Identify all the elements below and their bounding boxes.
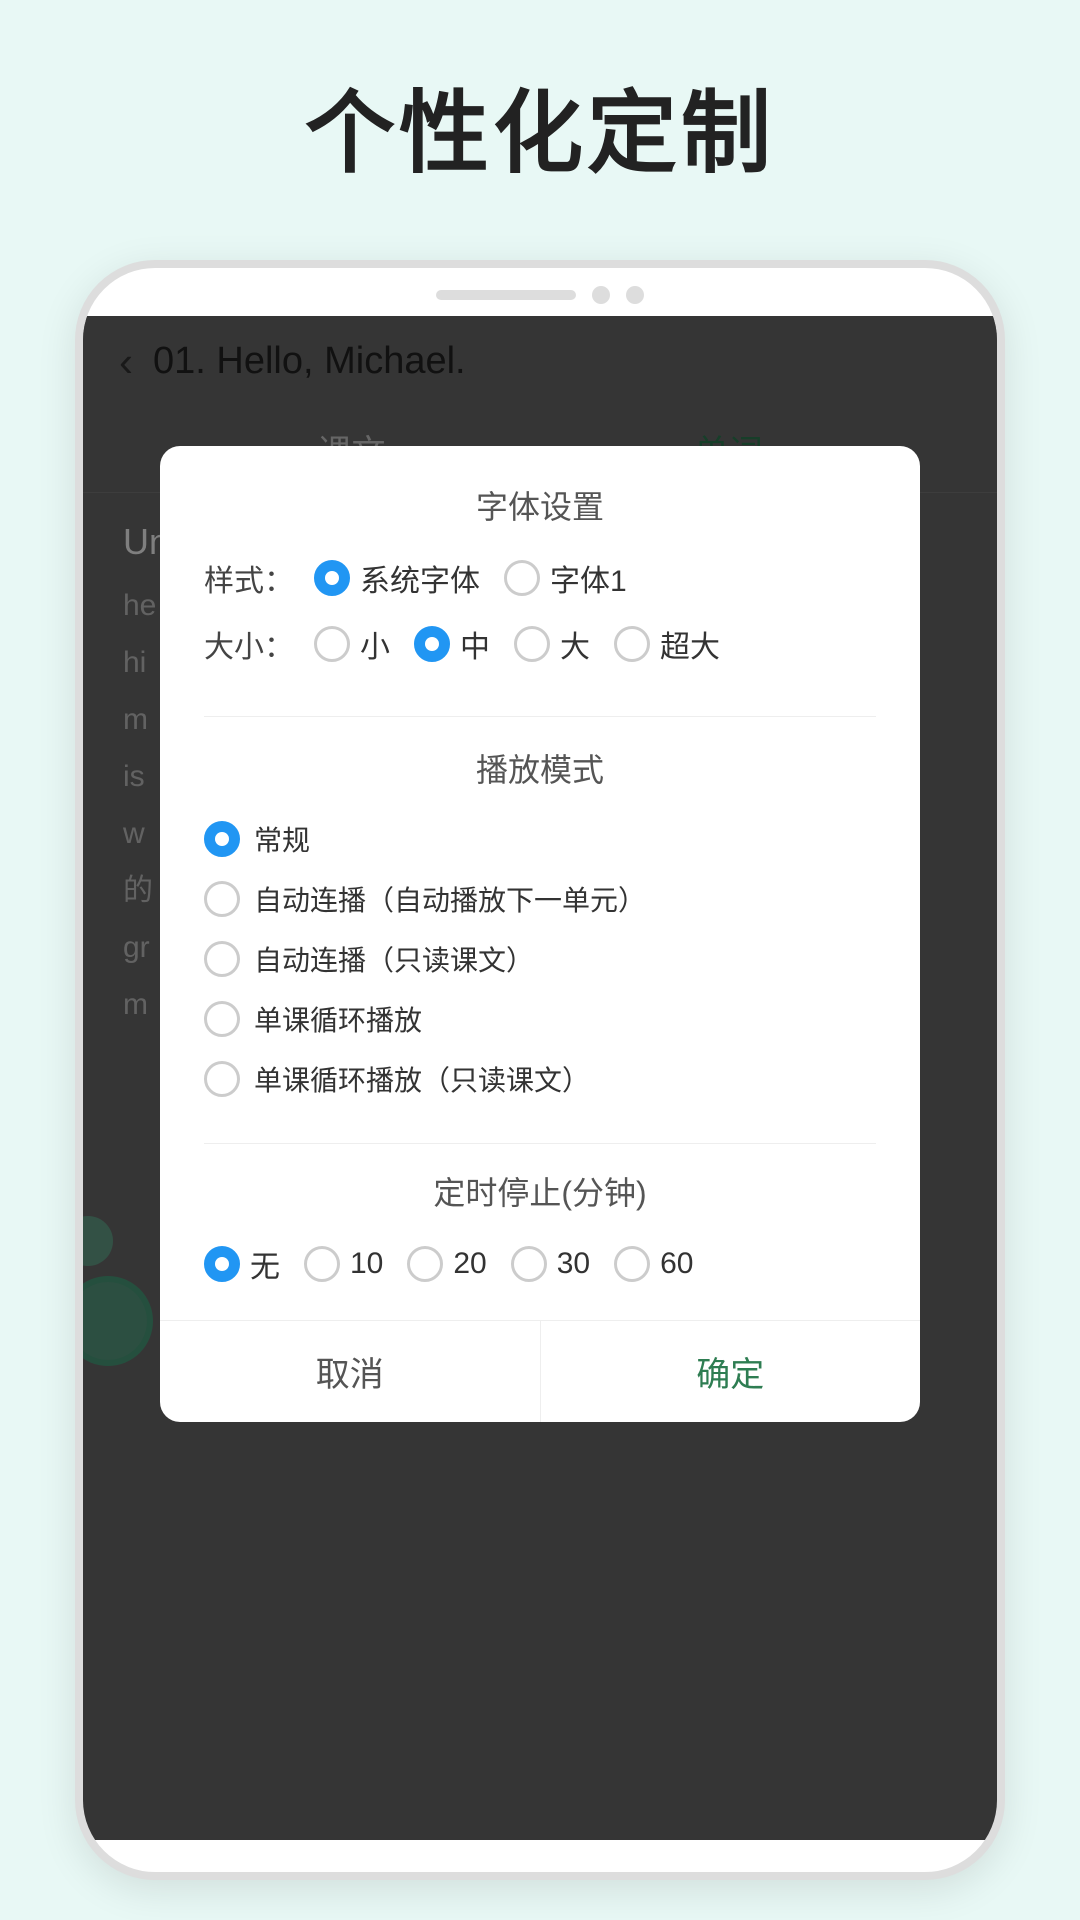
timer-60-option[interactable]: 60 (614, 1246, 693, 1282)
timer-10-option[interactable]: 10 (304, 1246, 383, 1282)
app-screen: ‹ 01. Hello, Michael. 课文 单词 Unit 1 he hi… (83, 316, 997, 1840)
timer-10-label: 10 (350, 1247, 383, 1281)
style-row: 样式： 系统字体 字体1 (204, 556, 876, 600)
size-xlarge-option[interactable]: 超大 (614, 622, 720, 666)
size-row: 大小： 小 中 大 (204, 622, 876, 666)
font-size-group: 小 中 大 超大 (314, 622, 720, 666)
size-medium-label: 中 (460, 622, 490, 666)
playback-auto-next-label: 自动连播（自动播放下一单元） (254, 879, 646, 919)
timer-60-label: 60 (660, 1247, 693, 1281)
playback-section-title: 播放模式 (204, 745, 876, 791)
phone-notch (83, 268, 997, 316)
timer-60-radio[interactable] (614, 1246, 650, 1282)
timer-20-option[interactable]: 20 (407, 1246, 486, 1282)
font1-option[interactable]: 字体1 (504, 556, 627, 600)
size-large-option[interactable]: 大 (514, 622, 590, 666)
phone-frame: ‹ 01. Hello, Michael. 课文 单词 Unit 1 he hi… (75, 260, 1005, 1880)
playback-loop-single-label: 单课循环播放 (254, 999, 422, 1039)
playback-auto-text-radio[interactable] (204, 941, 240, 977)
playback-normal-label: 常规 (254, 819, 310, 859)
playback-loop-text-label: 单课循环播放（只读课文） (254, 1059, 590, 1099)
timer-10-radio[interactable] (304, 1246, 340, 1282)
timer-section-title: 定时停止(分钟) (204, 1168, 876, 1214)
playback-loop-text-radio[interactable] (204, 1061, 240, 1097)
timer-30-radio[interactable] (511, 1246, 547, 1282)
font-system-option[interactable]: 系统字体 (314, 556, 480, 600)
playback-auto-next-radio[interactable] (204, 881, 240, 917)
size-medium-option[interactable]: 中 (414, 622, 490, 666)
modal-overlay: 字体设置 样式： 系统字体 字体1 (83, 316, 997, 1840)
page-title: 个性化定制 (0, 0, 1080, 190)
playback-loop-single-radio[interactable] (204, 1001, 240, 1037)
size-label: 大小： (204, 622, 294, 666)
playback-loop-single-option[interactable]: 单课循环播放 (204, 999, 876, 1039)
timer-none-label: 无 (250, 1242, 280, 1286)
playback-normal-option[interactable]: 常规 (204, 819, 876, 859)
settings-modal: 字体设置 样式： 系统字体 字体1 (160, 446, 920, 1422)
timer-20-radio[interactable] (407, 1246, 443, 1282)
size-medium-radio[interactable] (414, 626, 450, 662)
size-small-label: 小 (360, 622, 390, 666)
notch-dot-2 (626, 286, 644, 304)
size-large-label: 大 (560, 622, 590, 666)
playback-auto-text-option[interactable]: 自动连播（只读课文） (204, 939, 876, 979)
font-system-label: 系统字体 (360, 556, 480, 600)
timer-group: 无 10 20 30 (204, 1242, 876, 1286)
playback-section: 播放模式 常规 自动连播（自动播放下一单元） 自动连播（只读课文） (204, 745, 876, 1144)
size-small-option[interactable]: 小 (314, 622, 390, 666)
playback-auto-text-label: 自动连播（只读课文） (254, 939, 534, 979)
font-section: 字体设置 样式： 系统字体 字体1 (204, 482, 876, 717)
size-xlarge-label: 超大 (660, 622, 720, 666)
cancel-button[interactable]: 取消 (160, 1321, 541, 1422)
notch-dot (592, 286, 610, 304)
timer-section: 定时停止(分钟) 无 10 20 (204, 1168, 876, 1310)
playback-loop-text-option[interactable]: 单课循环播放（只读课文） (204, 1059, 876, 1099)
size-large-radio[interactable] (514, 626, 550, 662)
playback-normal-radio[interactable] (204, 821, 240, 857)
timer-30-label: 30 (557, 1247, 590, 1281)
notch-bar (436, 290, 576, 300)
font-section-title: 字体设置 (204, 482, 876, 528)
timer-20-label: 20 (453, 1247, 486, 1281)
confirm-button[interactable]: 确定 (541, 1321, 921, 1422)
timer-30-option[interactable]: 30 (511, 1246, 590, 1282)
font1-label: 字体1 (550, 556, 627, 600)
timer-none-option[interactable]: 无 (204, 1242, 280, 1286)
playback-auto-next-option[interactable]: 自动连播（自动播放下一单元） (204, 879, 876, 919)
style-label: 样式： (204, 556, 294, 600)
font-system-radio[interactable] (314, 560, 350, 596)
size-xlarge-radio[interactable] (614, 626, 650, 662)
font1-radio[interactable] (504, 560, 540, 596)
font-style-group: 系统字体 字体1 (314, 556, 627, 600)
modal-buttons: 取消 确定 (160, 1320, 920, 1422)
timer-none-radio[interactable] (204, 1246, 240, 1282)
size-small-radio[interactable] (314, 626, 350, 662)
